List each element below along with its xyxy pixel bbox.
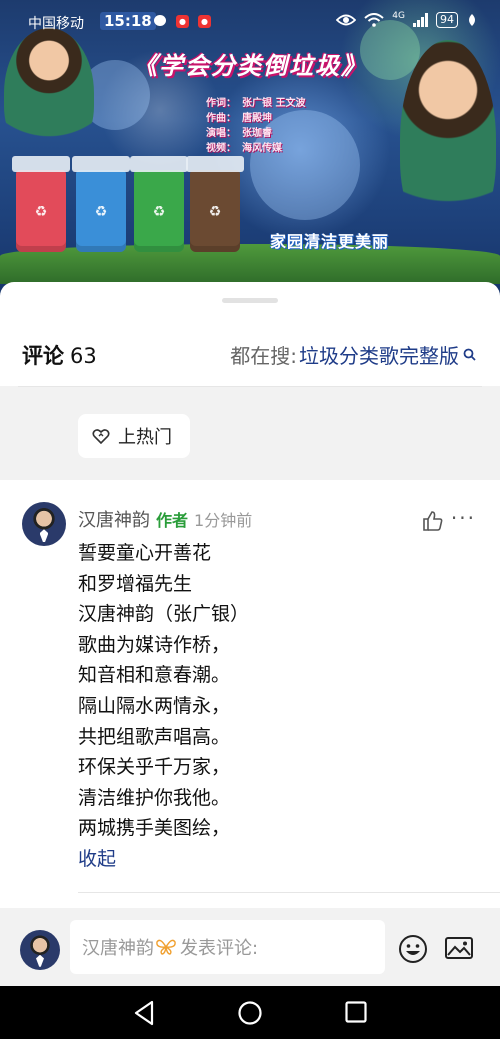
search-suggestion-prefix: 都在搜: — [230, 344, 297, 368]
credit-role: 视频： — [206, 143, 236, 154]
credit-role: 演唱： — [206, 128, 236, 139]
input-placeholder: 发表评论: — [180, 938, 259, 959]
more-icon[interactable]: ··· — [451, 506, 476, 530]
credit-name: 唐殿坤 — [242, 113, 272, 124]
recycle-bin-icon — [72, 156, 130, 252]
comment-line: 歌曲为媒诗作桥， — [78, 633, 231, 656]
status-bar: 中国移动 15:18 ● ● 4G 94 — [0, 0, 500, 44]
credit-role: 作曲： — [206, 113, 236, 124]
comment-count-label: 评论 — [22, 344, 64, 368]
promote-button[interactable]: 上热门 — [78, 414, 190, 458]
promote-area: 上热门 — [0, 386, 500, 480]
comment-author[interactable]: 汉唐神韵 — [78, 506, 150, 532]
credit-row: 作曲： 唐殿坤 — [206, 111, 305, 126]
butterfly-badge-icon — [156, 939, 176, 955]
video-credits: 作词： 张广银 王文波 作曲： 唐殿坤 演唱： 张珈睿 视频： 海风传媒 — [206, 96, 305, 156]
comment-sheet-header: 评论 63 都在搜: 垃圾分类歌完整版 — [0, 332, 500, 378]
avatar[interactable] — [22, 502, 66, 546]
comment-line: 知音相和意春潮。 — [78, 664, 231, 687]
drag-handle[interactable] — [222, 298, 278, 303]
carrier-label: 中国移动 — [28, 16, 84, 32]
comment-line: 共把组歌声唱高。 — [78, 725, 231, 748]
comment-line: 两城携手美图绘， — [78, 817, 231, 840]
video-banner[interactable]: 《学会分类倒垃圾》 作词： 张广银 王文波 作曲： 唐殿坤 演唱： 张珈睿 视频： 海风… — [0, 0, 500, 300]
search-suggestion-keyword[interactable]: 垃圾分类歌完整版 — [299, 340, 459, 369]
navigation-bar — [0, 986, 500, 1039]
comment-header: 汉唐神韵 作者 1分钟前 — [78, 506, 252, 532]
recent-apps-icon[interactable] — [344, 1000, 368, 1024]
app-icon: ● — [176, 15, 189, 28]
recycle-bin-icon — [12, 156, 70, 252]
credit-row: 演唱： 张珈睿 — [206, 126, 305, 141]
collapse-link[interactable]: 收起 — [78, 844, 249, 875]
credit-row: 作词： 张广银 王文波 — [206, 96, 305, 111]
comment-line: 和罗增福先生 — [78, 572, 193, 595]
comment-line: 汉唐神韵（张广银） — [78, 603, 250, 626]
search-icon — [463, 348, 476, 361]
author-badge: 作者 — [156, 511, 189, 530]
credit-role: 作词： — [206, 98, 236, 109]
divider — [78, 892, 500, 893]
network-type: 4G — [392, 10, 405, 21]
comment-body: 誓要童心开善花 和罗增福先生 汉唐神韵（张广银） 歌曲为媒诗作桥， 知音相和意春… — [78, 538, 249, 875]
wifi-icon — [364, 13, 384, 27]
comment-time: 1分钟前 — [194, 511, 253, 530]
signal-icon — [413, 13, 428, 27]
thumbs-up-icon[interactable] — [422, 510, 444, 532]
credit-name: 张珈睿 — [242, 128, 272, 139]
comment-input-bar: 汉唐神韵 发表评论: — [0, 908, 500, 986]
clock: 15:18 — [100, 12, 156, 30]
grass-hill — [0, 244, 500, 284]
credit-name: 海风传媒 — [242, 143, 282, 154]
comment-item: 汉唐神韵 作者 1分钟前 ··· 誓要童心开善花 和罗增福先生 汉唐神韵（张广银… — [0, 480, 500, 893]
recycle-bin-icon — [186, 156, 244, 252]
comment-line: 清洁维护你我他。 — [78, 786, 231, 809]
status-icons: 4G 94 — [336, 10, 478, 28]
app-icon: ● — [198, 15, 211, 28]
promote-button-label: 上热门 — [118, 427, 172, 448]
comment-count: 评论 63 — [22, 340, 97, 370]
eye-icon — [336, 14, 357, 26]
credit-row: 视频： 海风传媒 — [206, 141, 305, 156]
avatar — [20, 930, 60, 970]
comment-input[interactable]: 汉唐神韵 发表评论: — [70, 920, 385, 974]
input-username: 汉唐神韵 — [82, 938, 154, 959]
recycle-bin-icon — [130, 156, 188, 252]
search-suggestion[interactable]: 都在搜: 垃圾分类歌完整版 — [230, 340, 476, 369]
back-icon[interactable] — [132, 1000, 156, 1026]
comment-line: 誓要童心开善花 — [78, 542, 212, 564]
comment-line: 环保关乎千万家， — [78, 756, 231, 779]
credit-name: 张广银 王文波 — [242, 98, 306, 109]
comment-count-value: 63 — [70, 344, 97, 368]
video-slogan: 家园清洁更美丽 — [270, 232, 390, 251]
home-icon[interactable] — [237, 1000, 263, 1026]
comment-line: 隔山隔水两情永， — [78, 694, 231, 717]
video-title: 《学会分类倒垃圾》 — [133, 51, 367, 80]
battery-icon: 94 — [436, 12, 458, 28]
chat-bubble-icon — [154, 15, 166, 26]
image-icon[interactable] — [444, 934, 474, 962]
leaf-icon — [469, 14, 475, 26]
emoji-icon[interactable] — [398, 934, 428, 964]
divider — [18, 386, 482, 387]
heart-flame-icon — [92, 429, 110, 444]
